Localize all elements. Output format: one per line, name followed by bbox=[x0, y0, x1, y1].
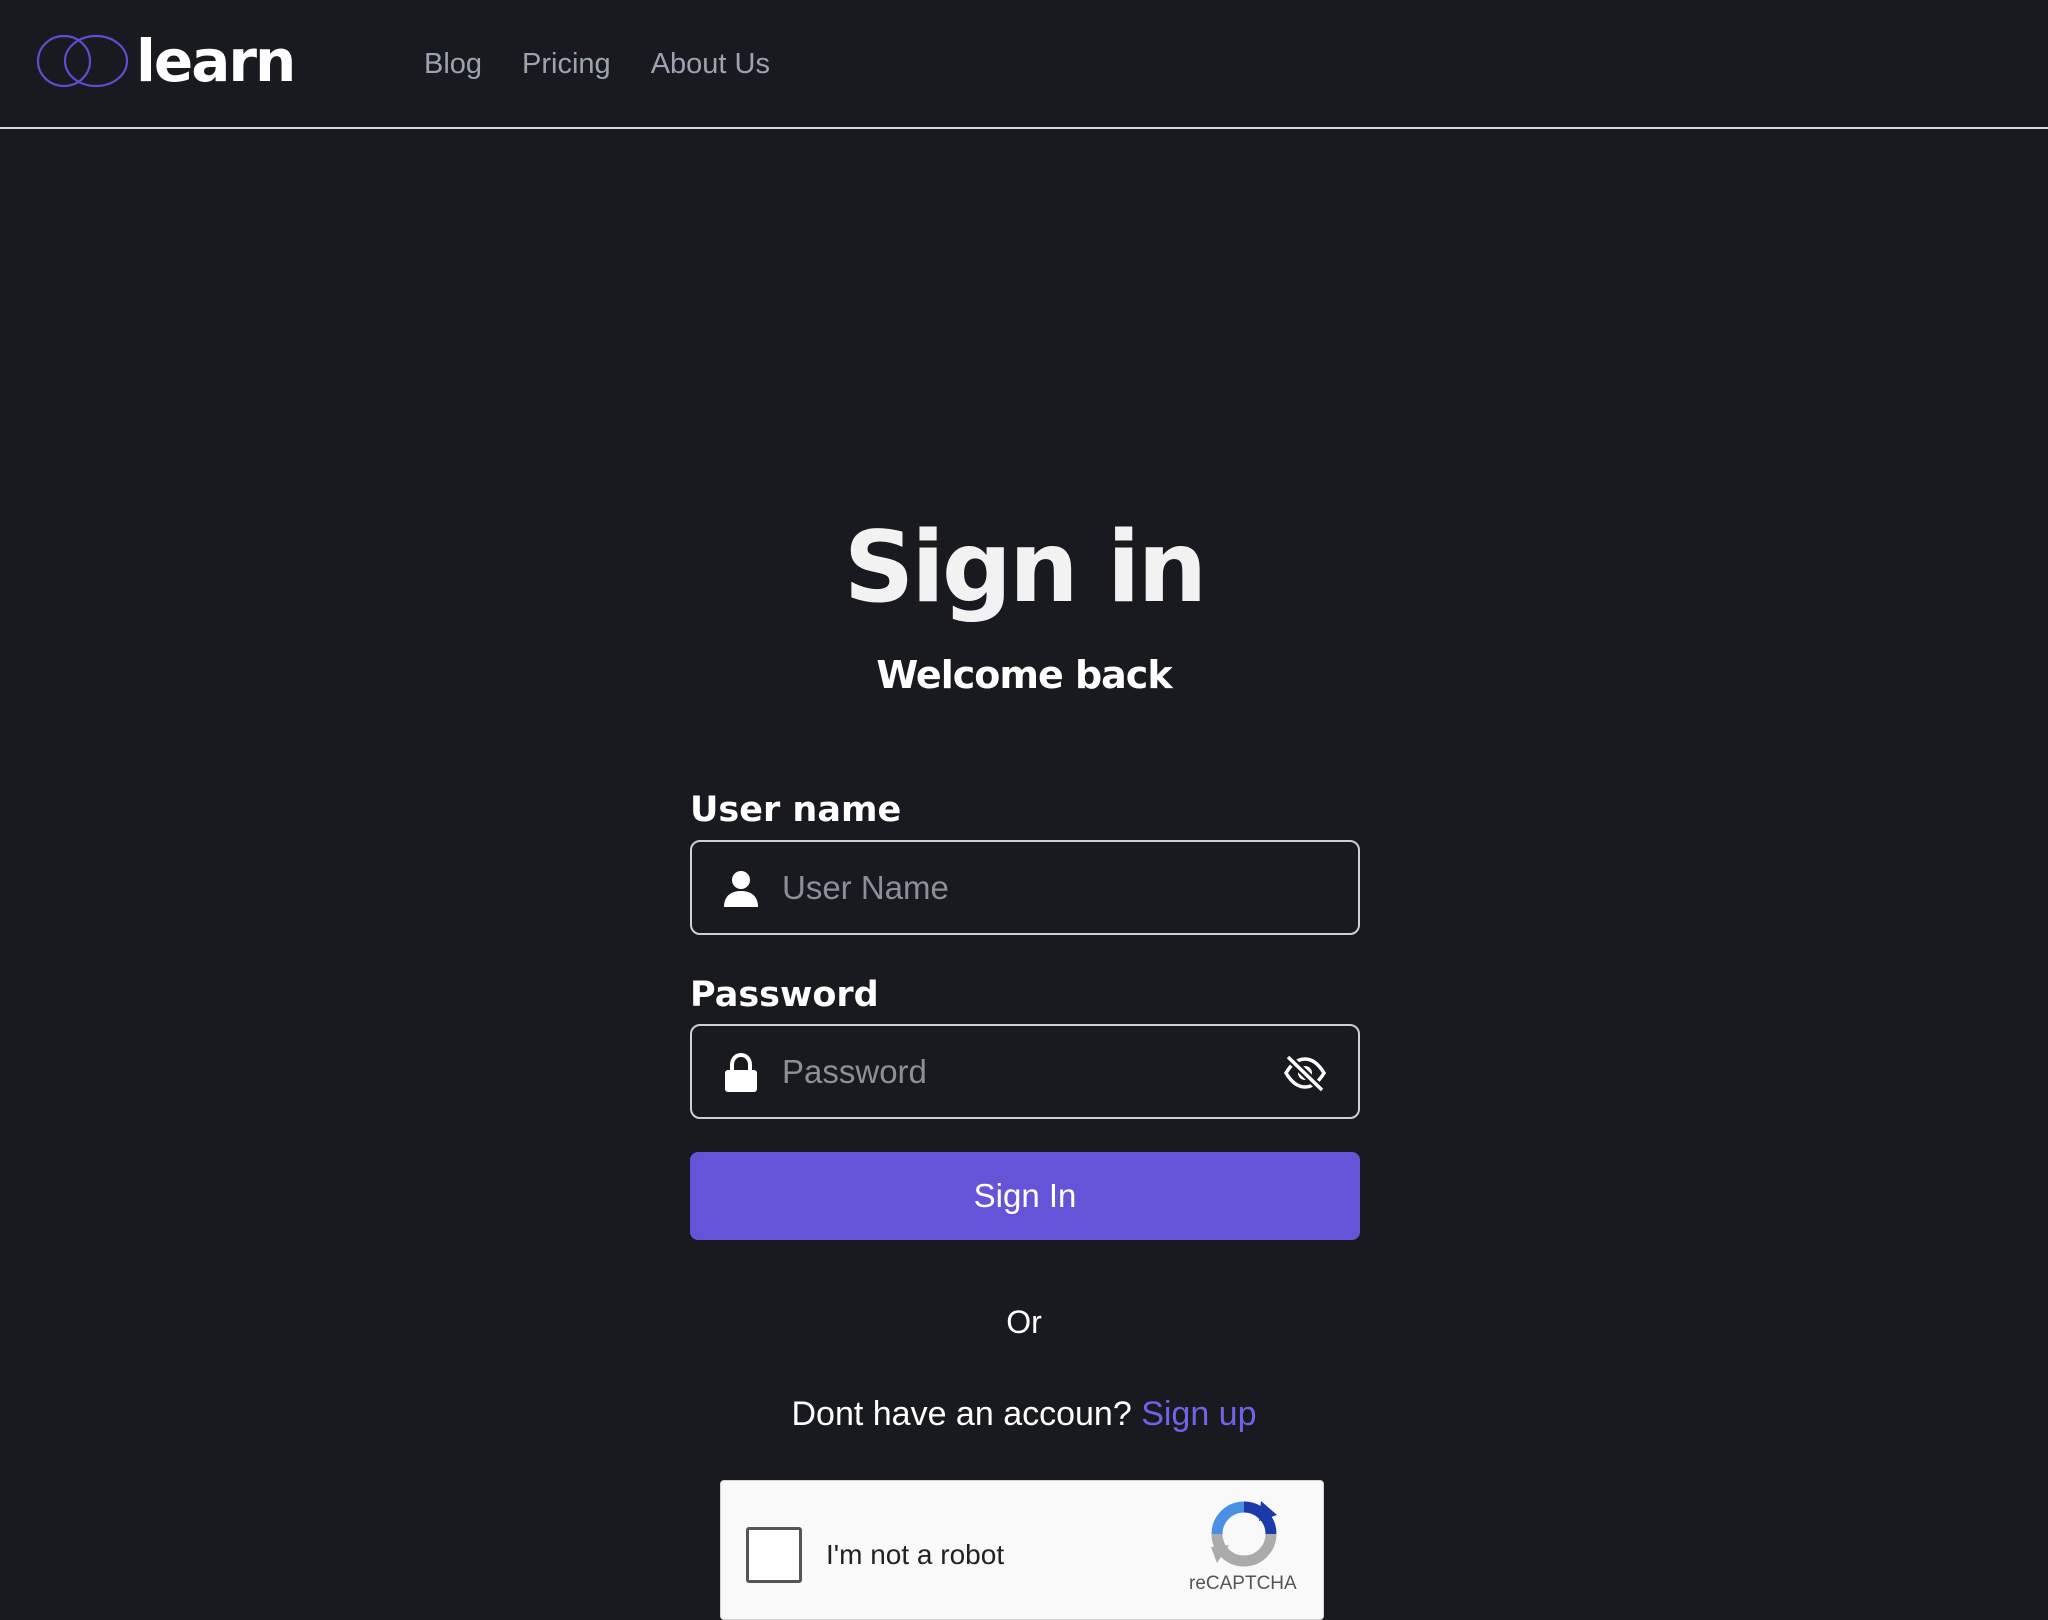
user-icon bbox=[724, 871, 758, 907]
logo-text: learn bbox=[136, 27, 296, 95]
top-nav-bar: learn Blog Pricing About Us bbox=[0, 0, 2048, 129]
password-label: Password bbox=[690, 975, 879, 1015]
password-field bbox=[690, 1024, 1360, 1119]
sign-up-link[interactable]: Sign up bbox=[1141, 1395, 1256, 1433]
or-divider-text: Or bbox=[1006, 1304, 1042, 1340]
recaptcha-widget: I'm not a robot reCAPTCHA bbox=[720, 1480, 1324, 1620]
sign-in-button[interactable]: Sign In bbox=[690, 1152, 1360, 1240]
main-nav: Blog Pricing About Us bbox=[424, 44, 770, 84]
username-label: User name bbox=[690, 790, 902, 830]
nav-link-about-us[interactable]: About Us bbox=[651, 44, 770, 84]
recaptcha-checkbox[interactable] bbox=[746, 1527, 802, 1583]
recaptcha-logo-icon bbox=[1211, 1501, 1277, 1567]
username-input[interactable] bbox=[780, 856, 1240, 920]
username-field bbox=[690, 840, 1360, 935]
eye-slash-icon[interactable] bbox=[1282, 1053, 1328, 1093]
recaptcha-label: I'm not a robot bbox=[826, 1539, 1005, 1570]
logo-link[interactable]: learn bbox=[36, 26, 296, 96]
page-title: Sign in bbox=[843, 511, 1208, 625]
nav-link-pricing[interactable]: Pricing bbox=[522, 44, 611, 84]
signup-prompt-text: Dont have an accoun? bbox=[791, 1395, 1132, 1433]
page-subtitle: Welcome back bbox=[876, 653, 1172, 697]
nav-link-blog[interactable]: Blog bbox=[424, 44, 482, 84]
signup-prompt: Dont have an accoun? Sign up bbox=[0, 1391, 2048, 1437]
password-input[interactable] bbox=[780, 1040, 1240, 1104]
recaptcha-brand: reCAPTCHA bbox=[1189, 1573, 1297, 1594]
logo-rings-icon bbox=[36, 34, 129, 88]
lock-icon bbox=[725, 1053, 757, 1092]
